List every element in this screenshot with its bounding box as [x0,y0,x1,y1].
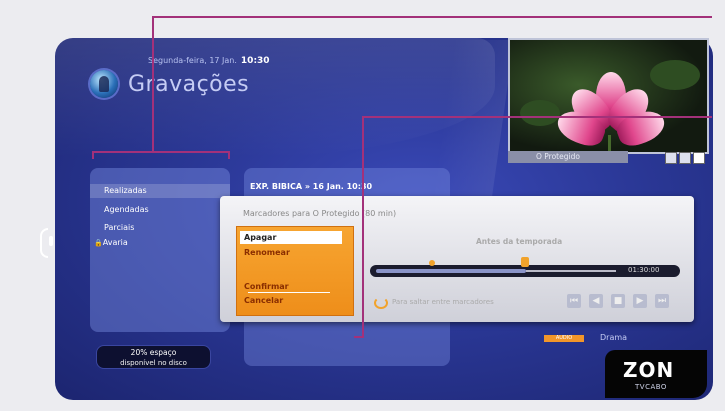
sidebar-item-realizadas[interactable]: Realizadas [104,186,147,195]
recordings-logo-icon [90,70,118,98]
timecode: 01:30:00 [628,266,660,274]
minimize-icon[interactable] [665,152,677,164]
leaf-shape [650,60,700,90]
zon-logo: ZON TVCABO [605,350,707,398]
dialog-title: Marcadores para O Protegido (80 min) [243,209,397,218]
remote-signal-icon [40,228,48,258]
callout-line [152,16,712,18]
hint-text: Para saltar entre marcadores [392,298,494,306]
fullscreen-icon[interactable] [693,152,705,164]
callout-line [362,116,364,338]
option-renomear[interactable]: Renomear [244,248,290,257]
video-preview[interactable] [508,38,709,154]
skip-back-icon[interactable]: ⏮ [567,294,581,308]
sidebar-item-agendadas[interactable]: Agendadas [104,205,149,214]
callout-bracket [92,151,94,159]
option-confirmar[interactable]: Confirmar [244,282,289,291]
forward-icon[interactable]: ⏭ [655,294,669,308]
stop-icon[interactable]: ■ [611,294,625,308]
back-icon[interactable]: ◀ [589,294,603,308]
sidebar-item-label: Avaria [102,238,128,247]
timeline-remaining [526,270,616,272]
callout-line [362,116,712,118]
brand-sub: TVCABO [635,383,667,391]
callout-line [152,16,154,152]
play-icon[interactable]: ▶ [633,294,647,308]
lock-icon: 🔒 [94,239,103,247]
storage-caption: disponível no disco [120,359,187,367]
callout-line [354,336,364,338]
date-time: Segunda-feira, 17 Jan. 10:30 [148,56,270,66]
sidebar-item-parciais[interactable]: Parciais [104,223,134,232]
option-divider [248,292,330,293]
storage-indicator: 20% espaço disponível no disco [96,345,211,369]
navigate-icon [374,297,388,309]
audio-badge: AUDIO [544,335,584,342]
recording-info: EXP. BIBICA » 16 Jan. 10:30 [250,182,373,191]
genre-label: Drama [600,333,628,342]
preview-label: O Protegido [508,151,628,163]
page-title: Gravações [128,72,250,97]
callout-bracket [92,151,230,153]
marker-icon[interactable] [429,260,435,266]
storage-percent: 20% espaço [130,348,177,357]
window-icon[interactable] [679,152,691,164]
option-cancelar[interactable]: Cancelar [244,296,283,305]
timeline-progress [376,269,526,273]
timeline-label: Antes da temporada [476,237,563,246]
playhead-icon[interactable] [521,257,529,267]
callout-bracket [228,151,230,159]
brand-name: ZON [623,358,675,382]
option-apagar[interactable]: Apagar [240,231,342,244]
sidebar-item-avaria[interactable]: 🔒Avaria [94,238,128,247]
leaf-shape [520,100,560,126]
remote-signal-dot [49,236,53,246]
